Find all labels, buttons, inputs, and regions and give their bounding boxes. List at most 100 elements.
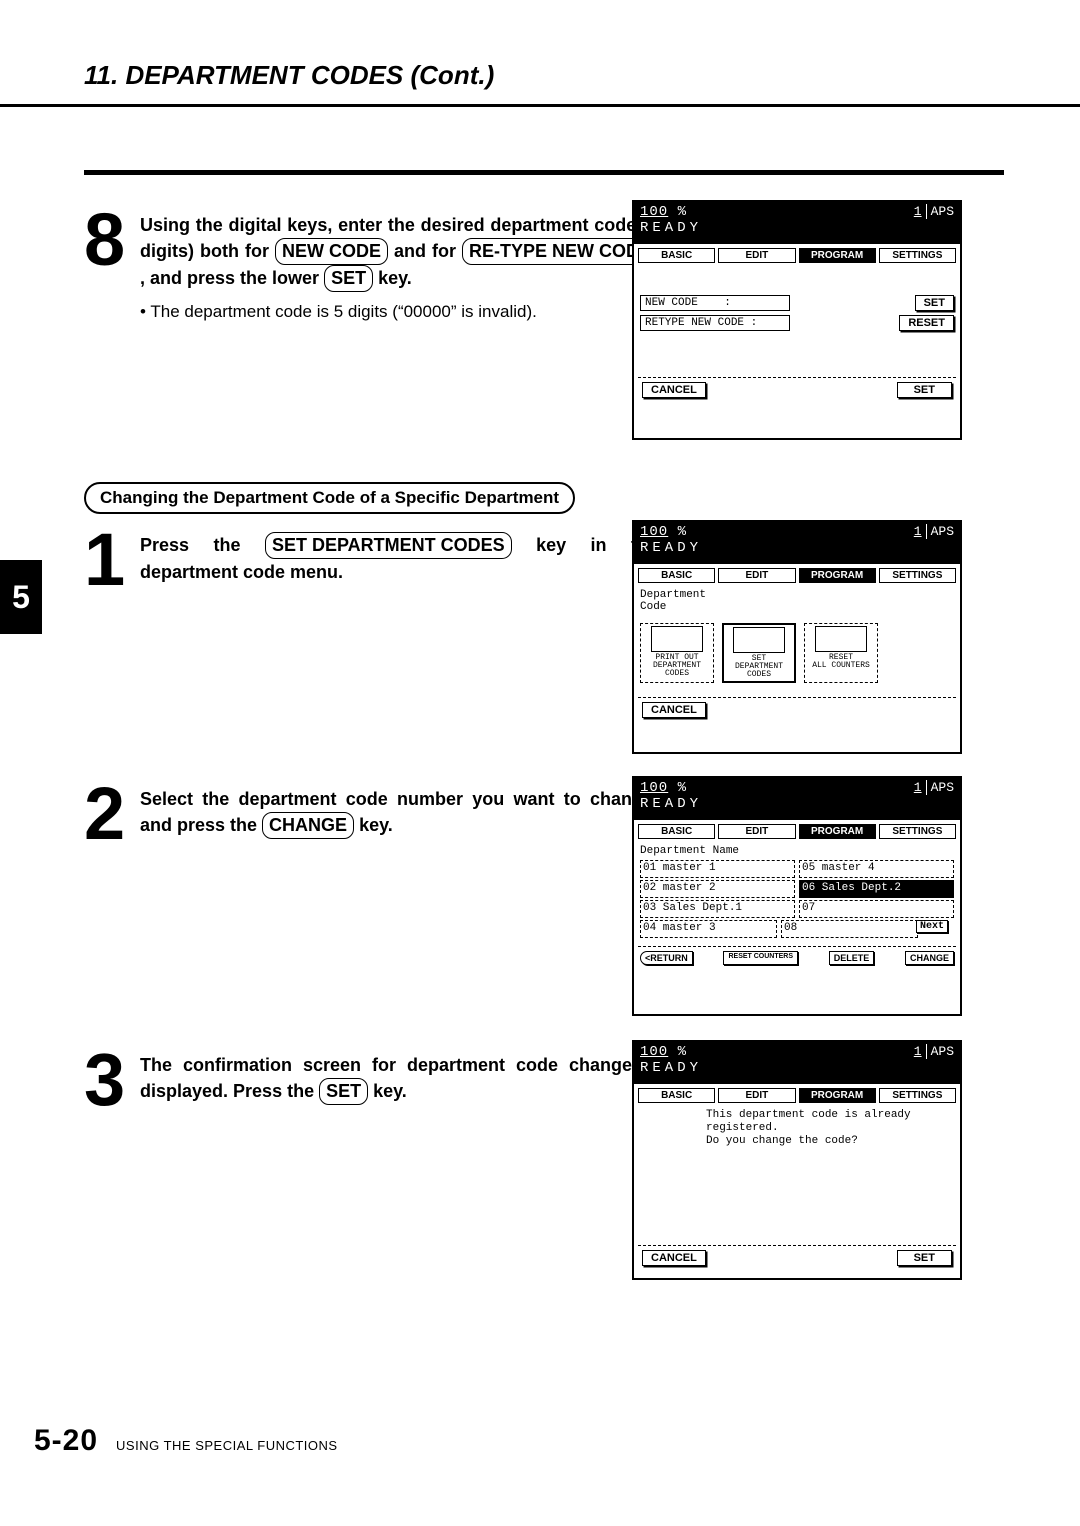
keycap-change: CHANGE <box>262 812 354 839</box>
keycap-set-confirm: SET <box>319 1078 368 1105</box>
return-button[interactable]: <RETURN <box>640 951 693 965</box>
dept-07[interactable]: 07 <box>799 900 954 918</box>
dept-06[interactable]: 06 Sales Dept.2 <box>799 880 954 898</box>
set-codes-label: SET DEPARTMENT CODES <box>725 655 793 679</box>
aps-label: APS <box>931 204 954 219</box>
cancel-button-4[interactable]: CANCEL <box>642 1250 706 1266</box>
tab-edit-2[interactable]: EDIT <box>718 568 795 583</box>
reset-all-counters-button[interactable]: RESET ALL COUNTERS <box>804 623 878 683</box>
step-number-1: 1 <box>84 530 140 589</box>
tab-program-3[interactable]: PROGRAM <box>799 824 876 839</box>
aps-label-4: APS <box>931 1044 954 1059</box>
step-number-3: 3 <box>84 1050 140 1109</box>
step2-text-a: Select the department code number you wa… <box>140 789 658 835</box>
zoom-pct-3: % <box>678 780 687 796</box>
tab-program-2[interactable]: PROGRAM <box>799 568 876 583</box>
zoom-value: 100 <box>640 204 668 220</box>
dept-03[interactable]: 03 Sales Dept.1 <box>640 900 795 918</box>
reset-all-label: RESET ALL COUNTERS <box>806 654 876 670</box>
tab-basic-3[interactable]: BASIC <box>638 824 715 839</box>
dept-name-label: Department Name <box>640 845 954 857</box>
step8-text-c: , and press the lower <box>140 268 324 288</box>
step3-text: The confirmation screen for department c… <box>140 1050 670 1105</box>
set-button-upper[interactable]: SET <box>915 295 954 311</box>
change-button[interactable]: CHANGE <box>905 951 954 965</box>
tab-basic-2[interactable]: BASIC <box>638 568 715 583</box>
keycap-set-lower: SET <box>324 265 373 292</box>
footer-section: USING THE SPECIAL FUNCTIONS <box>116 1438 338 1453</box>
confirm-message: This department code is already register… <box>706 1109 954 1149</box>
dept-code-label: Department Code <box>640 589 954 613</box>
lcd-header-3: 100 % READY 1 APS <box>634 778 960 820</box>
aps-label-2: APS <box>931 524 954 539</box>
step-number-2: 2 <box>84 784 140 843</box>
step8-text-b: and for <box>394 241 462 261</box>
cancel-button-2[interactable]: CANCEL <box>642 702 706 718</box>
tab-settings[interactable]: SETTINGS <box>879 248 956 263</box>
tab-edit-4[interactable]: EDIT <box>718 1088 795 1103</box>
zoom-value-2: 100 <box>640 524 668 540</box>
step-number-8: 8 <box>84 210 140 269</box>
tab-settings-4[interactable]: SETTINGS <box>879 1088 956 1103</box>
tab-basic[interactable]: BASIC <box>638 248 715 263</box>
keycap-retype: RE-TYPE NEW CODE <box>462 238 658 265</box>
next-button[interactable]: Next <box>916 920 948 933</box>
set-button-4[interactable]: SET <box>897 1250 952 1266</box>
keycap-new-code: NEW CODE <box>275 238 388 265</box>
tab-settings-2[interactable]: SETTINGS <box>879 568 956 583</box>
lcd-panel-dept-list: 100 % READY 1 APS BASIC EDIT PROGRAM SETT… <box>632 776 962 1016</box>
step2-text: Select the department code number you wa… <box>140 784 670 839</box>
step8-text: Using the digital keys, enter the desire… <box>140 210 670 325</box>
dept-04[interactable]: 04 master 3 <box>640 920 777 938</box>
subheading-pill: Changing the Department Code of a Specif… <box>84 482 575 514</box>
print-out-codes-button[interactable]: PRINT OUT DEPARTMENT CODES <box>640 623 714 683</box>
step3-text-b: key. <box>373 1081 407 1101</box>
cancel-button[interactable]: CANCEL <box>642 382 706 398</box>
aps-label-3: APS <box>931 780 954 795</box>
step1-text: Press the SET DEPARTMENT CODES key in th… <box>140 530 670 585</box>
field-retype-code[interactable]: RETYPE NEW CODE : <box>640 315 790 331</box>
dept-01[interactable]: 01 master 1 <box>640 860 795 878</box>
printer-icon <box>651 626 703 652</box>
lcd-header-2: 100 % READY 1APS <box>634 522 960 564</box>
reset-counters-button[interactable]: RESET COUNTERS <box>723 951 798 965</box>
set-dept-codes-button[interactable]: SET DEPARTMENT CODES <box>722 623 796 683</box>
lcd-header-4: 100 % READY 1APS <box>634 1042 960 1084</box>
tab-program-4[interactable]: PROGRAM <box>799 1088 876 1103</box>
copy-count-3: 1 <box>914 780 927 795</box>
set-button-lower[interactable]: SET <box>897 382 952 398</box>
return-label: RETURN <box>650 953 688 963</box>
copy-count: 1 <box>914 204 927 219</box>
zoom-pct: % <box>678 204 687 220</box>
counter-icon <box>815 626 867 652</box>
tab-edit-3[interactable]: EDIT <box>718 824 795 839</box>
reset-button[interactable]: RESET <box>899 315 954 331</box>
dept-08[interactable]: 08 <box>781 920 918 938</box>
zoom-value-3: 100 <box>640 780 668 796</box>
delete-button[interactable]: DELETE <box>829 951 875 965</box>
pencil-icon <box>733 627 785 653</box>
tab-edit[interactable]: EDIT <box>718 248 795 263</box>
tab-basic-4[interactable]: BASIC <box>638 1088 715 1103</box>
copy-count-2: 1 <box>914 524 927 539</box>
retype-label: RETYPE NEW CODE <box>645 317 744 329</box>
step2-text-b: key. <box>359 815 393 835</box>
dept-02[interactable]: 02 master 2 <box>640 880 795 898</box>
keycap-set-dept-codes: SET DEPARTMENT CODES <box>265 532 512 559</box>
ready-label: READY <box>640 220 954 236</box>
page-footer: 5-20 USING THE SPECIAL FUNCTIONS <box>34 1424 338 1458</box>
step1-text-a: Press the <box>140 535 265 555</box>
lcd-header: 100 % READY 1 APS <box>634 202 960 244</box>
zoom-pct-4: % <box>678 1044 687 1060</box>
print-out-label: PRINT OUT DEPARTMENT CODES <box>642 654 712 678</box>
chapter-tab: 5 <box>0 560 42 634</box>
zoom-value-4: 100 <box>640 1044 668 1060</box>
tab-program[interactable]: PROGRAM <box>799 248 876 263</box>
ready-label-3: READY <box>640 796 954 812</box>
dept-05[interactable]: 05 master 4 <box>799 860 954 878</box>
page-number: 5-20 <box>34 1424 98 1458</box>
field-new-code[interactable]: NEW CODE : <box>640 295 790 311</box>
ready-label-4: READY <box>640 1060 954 1076</box>
tab-settings-3[interactable]: SETTINGS <box>879 824 956 839</box>
step8-text-d: key. <box>378 268 412 288</box>
